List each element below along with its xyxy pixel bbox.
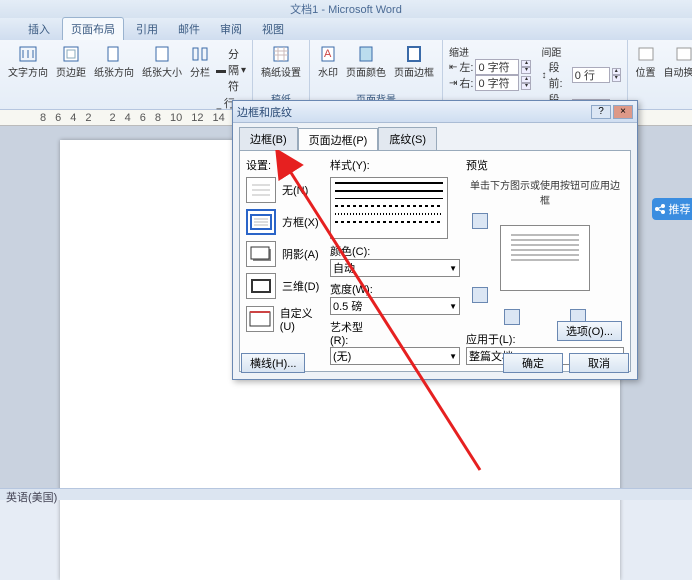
ribbon-tabs: 插入 页面布局 引用 邮件 审阅 视图	[0, 18, 692, 40]
tab-references[interactable]: 引用	[128, 18, 166, 40]
art-label: 艺术型(R):	[330, 319, 378, 347]
tab-view[interactable]: 视图	[254, 18, 292, 40]
options-button[interactable]: 选项(O)...	[557, 321, 622, 341]
chevron-down-icon: ▼	[449, 264, 457, 273]
border-left-toggle[interactable]	[504, 309, 520, 325]
spin-up[interactable]: ▴	[521, 76, 531, 83]
indent-left-input[interactable]: 0 字符	[475, 59, 519, 75]
indent-label: 缩进	[449, 44, 531, 59]
margins-button[interactable]: 页边距	[54, 44, 88, 80]
help-button[interactable]: ?	[591, 105, 611, 119]
text-direction-button[interactable]: 文字方向	[6, 44, 50, 80]
indent-right: ⇥右:0 字符▴▾	[449, 75, 531, 91]
tab-insert[interactable]: 插入	[20, 18, 58, 40]
group-page-background: A水印 页面颜色 页面边框 页面背景	[310, 40, 443, 109]
dialog-title: 边框和底纹	[237, 104, 292, 120]
setting-label: 设置:	[246, 157, 324, 173]
language-status[interactable]: 英语(美国)	[6, 492, 57, 504]
indent-left: ⇤左:0 字符▴▾	[449, 59, 531, 75]
preview-label: 预览	[466, 157, 624, 173]
setting-3d[interactable]: 三维(D)	[246, 273, 324, 299]
spacing-before: ↕段前:0 行▴▾	[541, 59, 620, 91]
spin-down[interactable]: ▾	[612, 75, 621, 82]
spacing-label: 间距	[541, 44, 620, 59]
size-button[interactable]: 纸张大小	[140, 44, 184, 80]
breaks-button[interactable]: ▬ 分隔符 ▾	[216, 46, 246, 94]
group-page-setup: 文字方向 页边距 纸张方向 纸张大小 分栏 ▬ 分隔符 ▾ ≡ 行号 ▾ ⁻ 断…	[0, 40, 253, 109]
title-bar: 文档1 - Microsoft Word	[0, 0, 692, 18]
group-paragraph: 缩进 ⇤左:0 字符▴▾ ⇥右:0 字符▴▾ 间距 ↕段前:0 行▴▾ ↕段后:…	[443, 40, 628, 109]
color-label: 颜色(C):	[330, 243, 378, 259]
setting-box[interactable]: 方框(X)	[246, 209, 324, 235]
tab-shading[interactable]: 底纹(S)	[378, 127, 437, 150]
spin-up[interactable]: ▴	[612, 68, 621, 75]
preview-hint: 单击下方图示或使用按钮可应用边框	[466, 177, 624, 207]
wrap-button[interactable]: 自动换行	[662, 44, 692, 80]
group-paper: 稿纸设置 稿纸	[253, 40, 310, 109]
position-button[interactable]: 位置	[634, 44, 658, 80]
ok-button[interactable]: 确定	[503, 353, 563, 373]
app-title: 文档1 - Microsoft Word	[290, 1, 402, 17]
border-top-toggle[interactable]	[472, 213, 488, 229]
width-combo[interactable]: 0.5 磅▼	[330, 297, 460, 315]
svg-text:A: A	[324, 48, 332, 60]
share-icon	[654, 203, 666, 215]
border-bottom-toggle[interactable]	[472, 287, 488, 303]
dialog-body: 设置: 无(N) 方框(X) 阴影(A) 三维(D) 自定义(U) 样式(Y):…	[239, 150, 631, 372]
chevron-down-icon: ▼	[449, 302, 457, 311]
tab-page-border[interactable]: 页面边框(P)	[298, 128, 379, 151]
dialog-titlebar[interactable]: 边框和底纹 ? ×	[233, 101, 637, 123]
setting-none[interactable]: 无(N)	[246, 177, 324, 203]
tab-review[interactable]: 审阅	[212, 18, 250, 40]
borders-shading-dialog: 边框和底纹 ? × 边框(B) 页面边框(P) 底纹(S) 设置: 无(N) 方…	[232, 100, 638, 380]
spacing-before-input[interactable]: 0 行	[572, 67, 610, 83]
art-combo[interactable]: (无)▼	[330, 347, 460, 365]
indent-right-input[interactable]: 0 字符	[475, 75, 519, 91]
tab-borders[interactable]: 边框(B)	[239, 127, 298, 150]
style-list[interactable]	[330, 177, 448, 239]
setting-custom[interactable]: 自定义(U)	[246, 305, 324, 333]
columns-button[interactable]: 分栏	[188, 44, 212, 80]
preview-canvas	[466, 213, 624, 303]
width-label: 宽度(W):	[330, 281, 378, 297]
paper-settings-button[interactable]: 稿纸设置	[259, 44, 303, 80]
preview-page	[500, 225, 590, 291]
tab-page-layout[interactable]: 页面布局	[62, 17, 124, 40]
color-combo[interactable]: 自动▼	[330, 259, 460, 277]
chevron-down-icon: ▼	[449, 352, 457, 361]
style-label: 样式(Y):	[330, 157, 460, 173]
horizontal-line-button[interactable]: 横线(H)...	[241, 353, 305, 373]
group-label	[634, 106, 692, 107]
side-panel-tab[interactable]: 推荐	[652, 198, 692, 220]
group-arrange: 位置 自动换行 上移一层	[628, 40, 692, 109]
setting-shadow[interactable]: 阴影(A)	[246, 241, 324, 267]
page-color-button[interactable]: 页面颜色	[344, 44, 388, 80]
close-button[interactable]: ×	[613, 105, 633, 119]
spin-down[interactable]: ▾	[521, 67, 531, 74]
status-bar: 英语(美国)	[0, 488, 692, 500]
apply-to-label: 应用于(L):	[466, 331, 526, 347]
tab-mailings[interactable]: 邮件	[170, 18, 208, 40]
dialog-tabs: 边框(B) 页面边框(P) 底纹(S)	[233, 123, 637, 150]
page-border-button[interactable]: 页面边框	[392, 44, 436, 80]
watermark-button[interactable]: A水印	[316, 44, 340, 80]
orientation-button[interactable]: 纸张方向	[92, 44, 136, 80]
cancel-button[interactable]: 取消	[569, 353, 629, 373]
spin-up[interactable]: ▴	[521, 60, 531, 67]
spin-down[interactable]: ▾	[521, 83, 531, 90]
